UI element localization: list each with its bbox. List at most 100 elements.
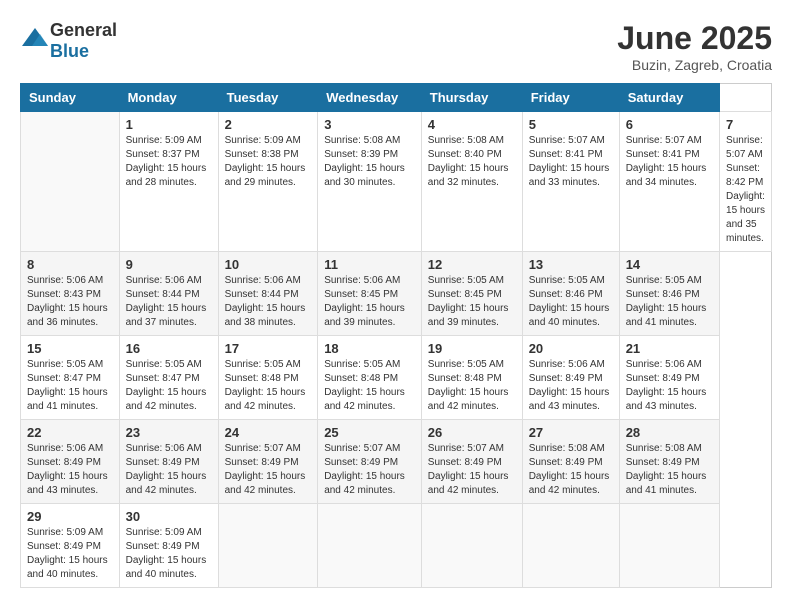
table-row: 3 Sunrise: 5:08 AM Sunset: 8:39 PM Daylig… [318, 112, 422, 252]
table-row [318, 504, 422, 588]
col-friday: Friday [522, 84, 619, 112]
day-number: 15 [27, 341, 113, 356]
day-info: Sunrise: 5:07 AM Sunset: 8:42 PM Dayligh… [726, 134, 765, 246]
table-row: 4 Sunrise: 5:08 AM Sunset: 8:40 PM Daylig… [421, 112, 522, 252]
table-row: 10 Sunrise: 5:06 AM Sunset: 8:44 PM Dayli… [218, 252, 318, 336]
table-row: 13 Sunrise: 5:05 AM Sunset: 8:46 PM Dayli… [522, 252, 619, 336]
day-info: Sunrise: 5:05 AM Sunset: 8:48 PM Dayligh… [324, 358, 415, 414]
table-row: 6Sunrise: 5:07 AM Sunset: 8:41 PM Daylig… [619, 112, 719, 252]
day-number: 9 [126, 257, 212, 272]
day-info: Sunrise: 5:08 AM Sunset: 8:39 PM Dayligh… [324, 134, 415, 190]
day-number: 18 [324, 341, 415, 356]
day-number: 8 [27, 257, 113, 272]
table-row: 8 Sunrise: 5:06 AM Sunset: 8:43 PM Daylig… [21, 252, 120, 336]
table-row: 16 Sunrise: 5:05 AM Sunset: 8:47 PM Dayli… [119, 336, 218, 420]
day-info: Sunrise: 5:07 AM Sunset: 8:49 PM Dayligh… [324, 442, 415, 498]
day-number: 7 [726, 117, 765, 132]
day-info: Sunrise: 5:05 AM Sunset: 8:47 PM Dayligh… [126, 358, 212, 414]
day-info: Sunrise: 5:07 AM Sunset: 8:41 PM Dayligh… [529, 134, 613, 190]
day-number: 12 [428, 257, 516, 272]
day-number: 22 [27, 425, 113, 440]
day-info: Sunrise: 5:06 AM Sunset: 8:49 PM Dayligh… [27, 442, 113, 498]
day-number: 20 [529, 341, 613, 356]
week-row-3: 15 Sunrise: 5:05 AM Sunset: 8:47 PM Dayli… [21, 336, 772, 420]
title-area: June 2025 Buzin, Zagreb, Croatia [617, 20, 772, 73]
week-row-4: 22 Sunrise: 5:06 AM Sunset: 8:49 PM Dayli… [21, 420, 772, 504]
day-info: Sunrise: 5:08 AM Sunset: 8:40 PM Dayligh… [428, 134, 516, 190]
day-number: 25 [324, 425, 415, 440]
empty-cell [21, 112, 120, 252]
day-number: 21 [626, 341, 713, 356]
table-row: 19Sunrise: 5:05 AM Sunset: 8:48 PM Dayli… [421, 336, 522, 420]
calendar-title: June 2025 [617, 20, 772, 57]
day-number: 16 [126, 341, 212, 356]
day-number: 1 [126, 117, 212, 132]
table-row [421, 504, 522, 588]
col-monday: Monday [119, 84, 218, 112]
table-row: 29Sunrise: 5:09 AM Sunset: 8:49 PM Dayli… [21, 504, 120, 588]
col-wednesday: Wednesday [318, 84, 422, 112]
col-tuesday: Tuesday [218, 84, 318, 112]
day-info: Sunrise: 5:05 AM Sunset: 8:46 PM Dayligh… [626, 274, 713, 330]
calendar-subtitle: Buzin, Zagreb, Croatia [617, 57, 772, 73]
day-info: Sunrise: 5:05 AM Sunset: 8:48 PM Dayligh… [428, 358, 516, 414]
calendar-header: General Blue June 2025 Buzin, Zagreb, Cr… [20, 20, 772, 73]
table-row: 28 Sunrise: 5:08 AM Sunset: 8:49 PM Dayli… [619, 420, 719, 504]
calendar-table: Sunday Monday Tuesday Wednesday Thursday… [20, 83, 772, 588]
day-info: Sunrise: 5:08 AM Sunset: 8:49 PM Dayligh… [626, 442, 713, 498]
day-number: 28 [626, 425, 713, 440]
day-number: 23 [126, 425, 212, 440]
logo-general: General [50, 20, 117, 40]
day-number: 10 [225, 257, 312, 272]
logo-blue: Blue [50, 41, 89, 61]
day-info: Sunrise: 5:09 AM Sunset: 8:49 PM Dayligh… [126, 526, 212, 582]
day-number: 2 [225, 117, 312, 132]
table-row: 18 Sunrise: 5:05 AM Sunset: 8:48 PM Dayli… [318, 336, 422, 420]
day-info: Sunrise: 5:07 AM Sunset: 8:41 PM Dayligh… [626, 134, 713, 190]
day-number: 24 [225, 425, 312, 440]
day-number: 29 [27, 509, 113, 524]
day-info: Sunrise: 5:06 AM Sunset: 8:44 PM Dayligh… [126, 274, 212, 330]
day-info: Sunrise: 5:06 AM Sunset: 8:45 PM Dayligh… [324, 274, 415, 330]
table-row: 12 Sunrise: 5:05 AM Sunset: 8:45 PM Dayli… [421, 252, 522, 336]
day-info: Sunrise: 5:05 AM Sunset: 8:45 PM Dayligh… [428, 274, 516, 330]
col-thursday: Thursday [421, 84, 522, 112]
col-saturday: Saturday [619, 84, 719, 112]
day-number: 17 [225, 341, 312, 356]
day-info: Sunrise: 5:07 AM Sunset: 8:49 PM Dayligh… [428, 442, 516, 498]
table-row: 7 Sunrise: 5:07 AM Sunset: 8:42 PM Daylig… [720, 112, 772, 252]
table-row: 27Sunrise: 5:08 AM Sunset: 8:49 PM Dayli… [522, 420, 619, 504]
table-row: 14 Sunrise: 5:05 AM Sunset: 8:46 PM Dayli… [619, 252, 719, 336]
day-number: 14 [626, 257, 713, 272]
col-sunday: Sunday [21, 84, 120, 112]
day-info: Sunrise: 5:07 AM Sunset: 8:49 PM Dayligh… [225, 442, 312, 498]
table-row: 26Sunrise: 5:07 AM Sunset: 8:49 PM Dayli… [421, 420, 522, 504]
day-number: 30 [126, 509, 212, 524]
table-row: 17 Sunrise: 5:05 AM Sunset: 8:48 PM Dayli… [218, 336, 318, 420]
table-row: 20 Sunrise: 5:06 AM Sunset: 8:49 PM Dayli… [522, 336, 619, 420]
week-row-2: 8 Sunrise: 5:06 AM Sunset: 8:43 PM Daylig… [21, 252, 772, 336]
day-info: Sunrise: 5:05 AM Sunset: 8:46 PM Dayligh… [529, 274, 613, 330]
day-info: Sunrise: 5:05 AM Sunset: 8:48 PM Dayligh… [225, 358, 312, 414]
day-info: Sunrise: 5:09 AM Sunset: 8:37 PM Dayligh… [126, 134, 212, 190]
day-number: 5 [529, 117, 613, 132]
table-row [218, 504, 318, 588]
day-info: Sunrise: 5:08 AM Sunset: 8:49 PM Dayligh… [529, 442, 613, 498]
day-number: 3 [324, 117, 415, 132]
day-number: 13 [529, 257, 613, 272]
table-row: 11 Sunrise: 5:06 AM Sunset: 8:45 PM Dayli… [318, 252, 422, 336]
day-info: Sunrise: 5:05 AM Sunset: 8:47 PM Dayligh… [27, 358, 113, 414]
table-row: 25 Sunrise: 5:07 AM Sunset: 8:49 PM Dayli… [318, 420, 422, 504]
table-row: 22 Sunrise: 5:06 AM Sunset: 8:49 PM Dayli… [21, 420, 120, 504]
day-info: Sunrise: 5:06 AM Sunset: 8:44 PM Dayligh… [225, 274, 312, 330]
table-row: 24 Sunrise: 5:07 AM Sunset: 8:49 PM Dayli… [218, 420, 318, 504]
day-info: Sunrise: 5:06 AM Sunset: 8:49 PM Dayligh… [529, 358, 613, 414]
table-row: 9 Sunrise: 5:06 AM Sunset: 8:44 PM Daylig… [119, 252, 218, 336]
logo: General Blue [20, 20, 117, 62]
day-number: 11 [324, 257, 415, 272]
table-row: 15 Sunrise: 5:05 AM Sunset: 8:47 PM Dayli… [21, 336, 120, 420]
table-row: 23Sunrise: 5:06 AM Sunset: 8:49 PM Dayli… [119, 420, 218, 504]
day-number: 4 [428, 117, 516, 132]
week-row-5: 29 Sunrise: 5:09 AM Sunset: 8:49 PM Dayli… [21, 504, 772, 588]
day-info: Sunrise: 5:06 AM Sunset: 8:43 PM Dayligh… [27, 274, 113, 330]
